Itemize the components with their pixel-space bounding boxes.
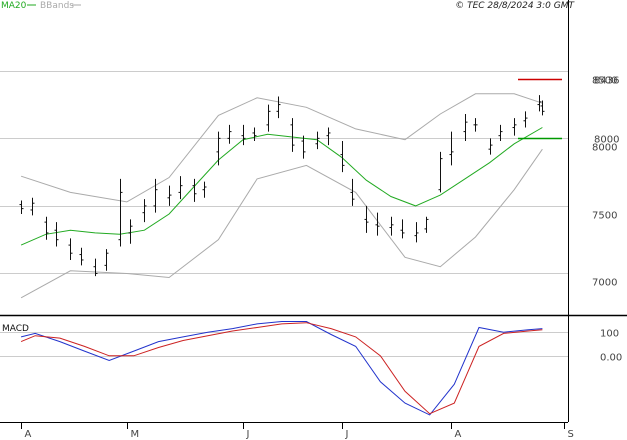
x-tick-label: A <box>25 429 32 440</box>
chart-canvas: 7000750080008500 0.00100 84368000 AMJJAS… <box>0 0 627 440</box>
legend-bbands: BBands <box>40 1 74 11</box>
macd-tick-label: 0.00 <box>600 353 622 364</box>
macd-tick-label: 100 <box>600 329 619 340</box>
x-tick-label: J <box>246 429 250 440</box>
legend-ma20: MA20 <box>1 1 27 11</box>
price-tick-label: 7000 <box>592 278 617 289</box>
macd-title: MACD <box>2 324 29 334</box>
level-label: 8436 <box>594 76 619 87</box>
x-tick-label: J <box>345 429 349 440</box>
price-panel <box>0 10 568 314</box>
x-axis: AMJJAS <box>21 422 574 440</box>
x-tick-label: S <box>568 429 574 440</box>
macd-panel <box>0 318 568 422</box>
price-tick-label: 7500 <box>592 211 617 222</box>
x-tick-label: A <box>455 429 462 440</box>
timestamp: © TEC 28/8/2024 3:0 GMT <box>455 1 575 11</box>
x-tick-label: M <box>131 429 140 440</box>
price-axis-area <box>568 10 627 314</box>
level-label: 8000 <box>594 135 619 146</box>
